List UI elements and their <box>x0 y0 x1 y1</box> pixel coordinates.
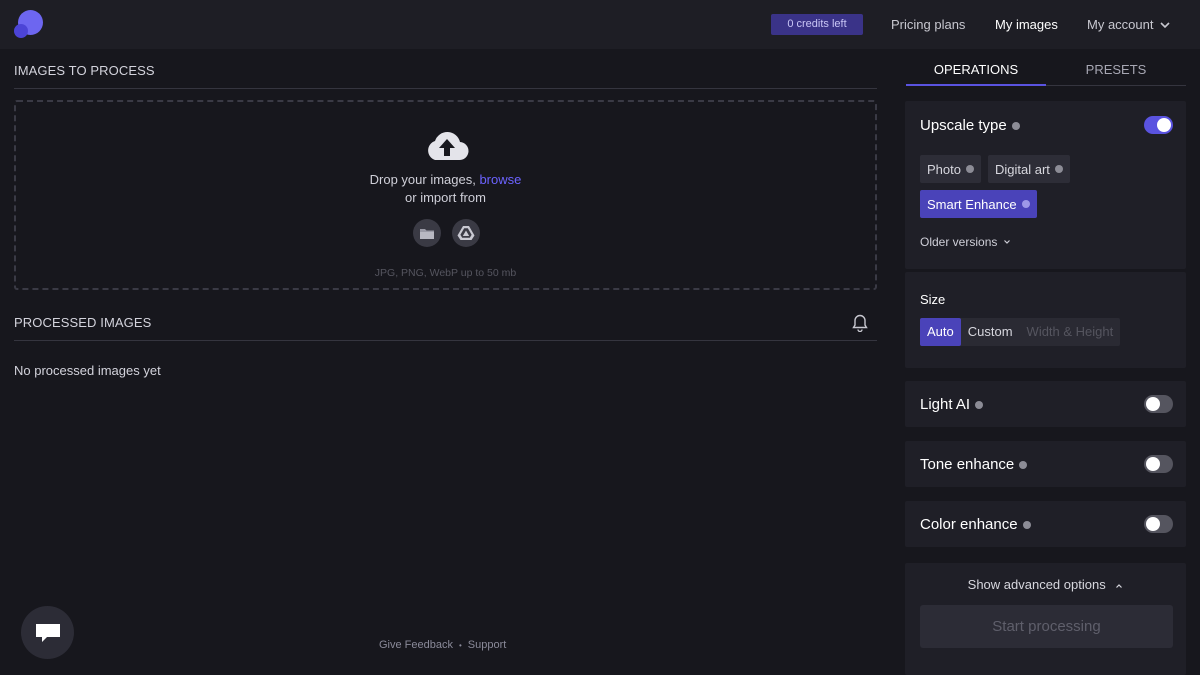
drop-instructions: Drop your images, browse <box>16 172 875 187</box>
upscale-type-label: Upscale type <box>920 117 1007 134</box>
credits-badge[interactable]: 0 credits left <box>771 14 863 35</box>
digital-art-label: Digital art <box>995 161 1050 177</box>
images-to-process-title: IMAGES TO PROCESS <box>14 63 877 89</box>
photo-label: Photo <box>927 161 961 177</box>
cloud-upload-icon <box>428 132 469 161</box>
app-logo[interactable] <box>14 10 44 38</box>
browse-link[interactable]: browse <box>479 172 521 187</box>
image-dropzone[interactable]: Drop your images, browse or import from … <box>14 100 877 290</box>
chevron-down-icon <box>1160 21 1171 28</box>
chevron-up-icon <box>1116 584 1123 588</box>
tab-presets[interactable]: PRESETS <box>1046 58 1186 86</box>
size-auto-button[interactable]: Auto <box>920 318 961 346</box>
folder-icon <box>420 228 434 239</box>
google-drive-icon <box>457 226 475 240</box>
info-icon[interactable] <box>1054 165 1063 173</box>
show-advanced-label: Show advanced options <box>967 577 1106 592</box>
upscale-type-title: Upscale type <box>920 117 1020 134</box>
chat-button[interactable] <box>21 606 74 659</box>
nav-my-account-label: My account <box>1087 17 1154 32</box>
info-icon[interactable] <box>975 400 984 409</box>
import-google-drive-button[interactable] <box>452 219 480 247</box>
older-versions-toggle[interactable]: Older versions <box>920 235 1011 249</box>
size-label: Size <box>920 292 946 307</box>
color-enhance-toggle[interactable] <box>1144 515 1173 533</box>
light-ai-toggle[interactable] <box>1144 395 1173 413</box>
toggle-knob <box>1146 397 1160 411</box>
size-width-height-button: Width & Height <box>1026 324 1114 339</box>
color-enhance-panel: Color enhance <box>905 501 1186 547</box>
size-panel: Size Auto Custom Width & Height <box>905 272 1186 368</box>
nav-pricing-plans[interactable]: Pricing plans <box>891 17 965 32</box>
upscale-type-panel: Upscale type Photo Digital art Smart Enh… <box>905 101 1186 269</box>
tab-operations[interactable]: OPERATIONS <box>906 58 1046 86</box>
show-advanced-options[interactable]: Show advanced options <box>905 577 1186 592</box>
import-from-text: or import from <box>405 190 486 205</box>
footer-separator: • <box>458 640 462 650</box>
nav-my-account[interactable]: My account <box>1087 17 1171 32</box>
upscale-option-digital-art[interactable]: Digital art <box>988 155 1070 183</box>
upscale-type-toggle[interactable] <box>1144 116 1173 134</box>
smart-enhance-label: Smart Enhance <box>927 196 1017 212</box>
tone-enhance-panel: Tone enhance <box>905 441 1186 487</box>
logo-circle-small <box>14 24 28 38</box>
give-feedback-link[interactable]: Give Feedback <box>379 639 453 651</box>
info-icon[interactable] <box>1011 121 1020 130</box>
toggle-knob <box>1146 517 1160 531</box>
processed-images-title: PROCESSED IMAGES <box>14 315 877 341</box>
no-processed-message: No processed images yet <box>14 363 161 378</box>
light-ai-label: Light AI <box>920 396 971 413</box>
size-selector: Auto Custom Width & Height <box>920 318 1121 346</box>
import-folder-button[interactable] <box>413 219 441 247</box>
info-icon[interactable] <box>1021 200 1030 208</box>
start-processing-button[interactable]: Start processing <box>920 605 1173 648</box>
size-custom-button[interactable]: Custom <box>961 318 1020 346</box>
upscale-option-photo[interactable]: Photo <box>920 155 981 183</box>
support-link[interactable]: Support <box>468 639 507 651</box>
chevron-down-icon <box>1004 240 1011 244</box>
nav-my-images[interactable]: My images <box>995 17 1058 32</box>
processing-actions-panel: Show advanced options Start processing <box>905 563 1186 675</box>
footer-links: Give Feedback • Support <box>379 639 506 651</box>
chat-bubble-icon <box>35 623 60 642</box>
file-type-note: JPG, PNG, WebP up to 50 mb <box>374 267 517 279</box>
light-ai-title: Light AI <box>920 396 984 413</box>
toggle-knob <box>1146 457 1160 471</box>
top-header: 0 credits left Pricing plans My images M… <box>0 0 1200 49</box>
info-icon[interactable] <box>965 165 974 173</box>
toggle-knob <box>1157 118 1171 132</box>
info-icon[interactable] <box>1022 520 1031 529</box>
color-enhance-title: Color enhance <box>920 516 1031 533</box>
tone-enhance-toggle[interactable] <box>1144 455 1173 473</box>
info-icon[interactable] <box>1019 460 1028 469</box>
tone-enhance-title: Tone enhance <box>920 456 1028 473</box>
light-ai-panel: Light AI <box>905 381 1186 427</box>
older-versions-label: Older versions <box>920 235 998 249</box>
upscale-option-smart-enhance[interactable]: Smart Enhance <box>920 190 1037 218</box>
bell-icon[interactable] <box>852 314 868 332</box>
tone-enhance-label: Tone enhance <box>920 456 1015 473</box>
color-enhance-label: Color enhance <box>920 516 1018 533</box>
drop-text: Drop your images, <box>369 172 480 187</box>
